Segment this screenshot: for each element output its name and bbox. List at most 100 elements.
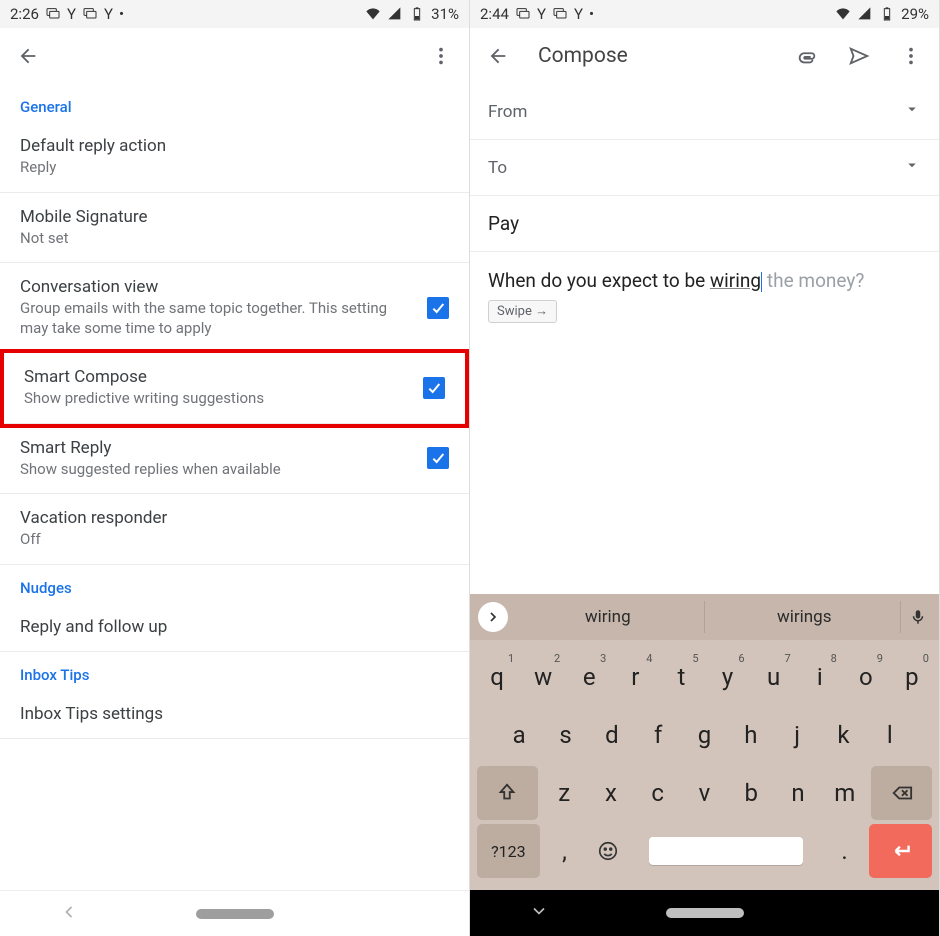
key-b[interactable]: b <box>728 766 775 820</box>
nav-back-icon[interactable] <box>59 902 79 926</box>
status-y-2: Y <box>574 5 583 23</box>
app-bar <box>0 28 469 84</box>
nav-home-pill[interactable] <box>666 908 744 918</box>
status-y-1: Y <box>537 5 546 23</box>
key-m[interactable]: m <box>821 766 868 820</box>
overflow-menu-button[interactable] <box>419 34 463 78</box>
suggestion-expand-button[interactable] <box>478 602 508 632</box>
enter-key[interactable] <box>869 824 932 878</box>
send-button[interactable] <box>837 34 881 78</box>
key-w[interactable]: w2 <box>520 650 566 704</box>
setting-title: Conversation view <box>20 277 415 297</box>
nav-keyboard-down-icon[interactable] <box>529 901 549 925</box>
nav-home-pill[interactable] <box>196 909 274 919</box>
battery-pct: 29% <box>901 5 929 23</box>
status-time: 2:44 <box>480 5 509 23</box>
key-p[interactable]: p0 <box>889 650 935 704</box>
setting-conversation-view[interactable]: Conversation view Group emails with the … <box>0 263 469 353</box>
key-row-4: ?123 , . <box>474 824 935 878</box>
keyboard: wiring wirings q1w2e3r4t5y6u7i8o9p0 asdf… <box>470 594 939 890</box>
key-q[interactable]: q1 <box>474 650 520 704</box>
backspace-key[interactable] <box>871 766 932 820</box>
checkbox-smart-compose[interactable] <box>423 377 445 399</box>
system-nav-bar <box>0 890 469 936</box>
to-field[interactable]: To <box>470 140 939 196</box>
key-e[interactable]: e3 <box>566 650 612 704</box>
attach-button[interactable] <box>785 34 829 78</box>
setting-title: Vacation responder <box>20 508 449 528</box>
to-label: To <box>488 158 893 178</box>
chevron-down-icon[interactable] <box>903 156 921 179</box>
key-l[interactable]: l <box>867 708 913 762</box>
mic-icon[interactable] <box>905 608 931 626</box>
overflow-menu-button[interactable] <box>889 34 933 78</box>
key-h[interactable]: h <box>728 708 774 762</box>
wifi-icon <box>365 6 381 22</box>
setting-title: Default reply action <box>20 136 449 156</box>
suggestion-2[interactable]: wirings <box>709 601 902 633</box>
status-bar: 2:44 Y Y • 29% <box>470 0 939 28</box>
status-y-2: Y <box>104 5 113 23</box>
key-n[interactable]: n <box>775 766 822 820</box>
setting-default-reply[interactable]: Default reply action Reply <box>0 122 469 193</box>
key-s[interactable]: s <box>542 708 588 762</box>
setting-sub: Reply <box>20 158 449 178</box>
setting-sub: Group emails with the same topic togethe… <box>20 299 415 338</box>
wifi-icon <box>835 6 851 22</box>
period-key[interactable]: . <box>823 824 866 878</box>
setting-smart-compose[interactable]: Smart Compose Show predictive writing su… <box>4 353 465 424</box>
emoji-key[interactable] <box>586 824 629 878</box>
subject-text: Pay <box>488 212 519 235</box>
key-r[interactable]: r4 <box>612 650 658 704</box>
setting-title: Inbox Tips settings <box>20 704 449 724</box>
setting-title: Mobile Signature <box>20 207 449 227</box>
signal-icon <box>387 6 403 22</box>
key-c[interactable]: c <box>634 766 681 820</box>
comma-key[interactable]: , <box>543 824 586 878</box>
key-x[interactable]: x <box>588 766 635 820</box>
subject-field[interactable]: Pay <box>470 196 939 252</box>
setting-reply-followup[interactable]: Reply and follow up <box>0 603 469 652</box>
highlight-smart-compose: Smart Compose Show predictive writing su… <box>0 349 469 428</box>
checkbox-smart-reply[interactable] <box>427 447 449 469</box>
signal-icon <box>857 6 873 22</box>
chevron-down-icon[interactable] <box>903 100 921 123</box>
key-o[interactable]: o9 <box>843 650 889 704</box>
key-d[interactable]: d <box>589 708 635 762</box>
key-y[interactable]: y6 <box>705 650 751 704</box>
section-general: General <box>0 84 469 122</box>
setting-smart-reply[interactable]: Smart Reply Show suggested replies when … <box>0 424 469 495</box>
back-button[interactable] <box>476 34 520 78</box>
key-g[interactable]: g <box>681 708 727 762</box>
space-key[interactable] <box>630 824 823 878</box>
key-f[interactable]: f <box>635 708 681 762</box>
key-z[interactable]: z <box>541 766 588 820</box>
key-u[interactable]: u7 <box>751 650 797 704</box>
shift-key[interactable] <box>477 766 538 820</box>
setting-title: Smart Reply <box>20 438 415 458</box>
key-row-3: zxcvbnm <box>474 766 935 820</box>
key-a[interactable]: a <box>496 708 542 762</box>
suggestion-1[interactable]: wiring <box>512 601 705 633</box>
suggestion-bar: wiring wirings <box>470 594 939 640</box>
body-field[interactable]: When do you expect to be wiring the mone… <box>470 252 939 594</box>
key-v[interactable]: v <box>681 766 728 820</box>
appbar-title: Compose <box>538 44 777 68</box>
setting-mobile-signature[interactable]: Mobile Signature Not set <box>0 193 469 264</box>
key-t[interactable]: t5 <box>658 650 704 704</box>
setting-title: Reply and follow up <box>20 617 449 637</box>
status-sms-icon-1 <box>515 6 531 22</box>
battery-pct: 31% <box>431 5 459 23</box>
key-j[interactable]: j <box>774 708 820 762</box>
symbols-key[interactable]: ?123 <box>477 824 540 878</box>
key-i[interactable]: i8 <box>797 650 843 704</box>
checkbox-conversation[interactable] <box>427 297 449 319</box>
back-button[interactable] <box>6 34 50 78</box>
setting-inboxtips[interactable]: Inbox Tips settings <box>0 690 469 739</box>
battery-icon <box>879 6 895 22</box>
body-prefix: When do you expect to be <box>488 269 710 292</box>
from-field[interactable]: From <box>470 84 939 140</box>
compose-screen: 2:44 Y Y • 29% Compose From <box>470 0 940 936</box>
setting-vacation-responder[interactable]: Vacation responder Off <box>0 494 469 565</box>
key-k[interactable]: k <box>820 708 866 762</box>
